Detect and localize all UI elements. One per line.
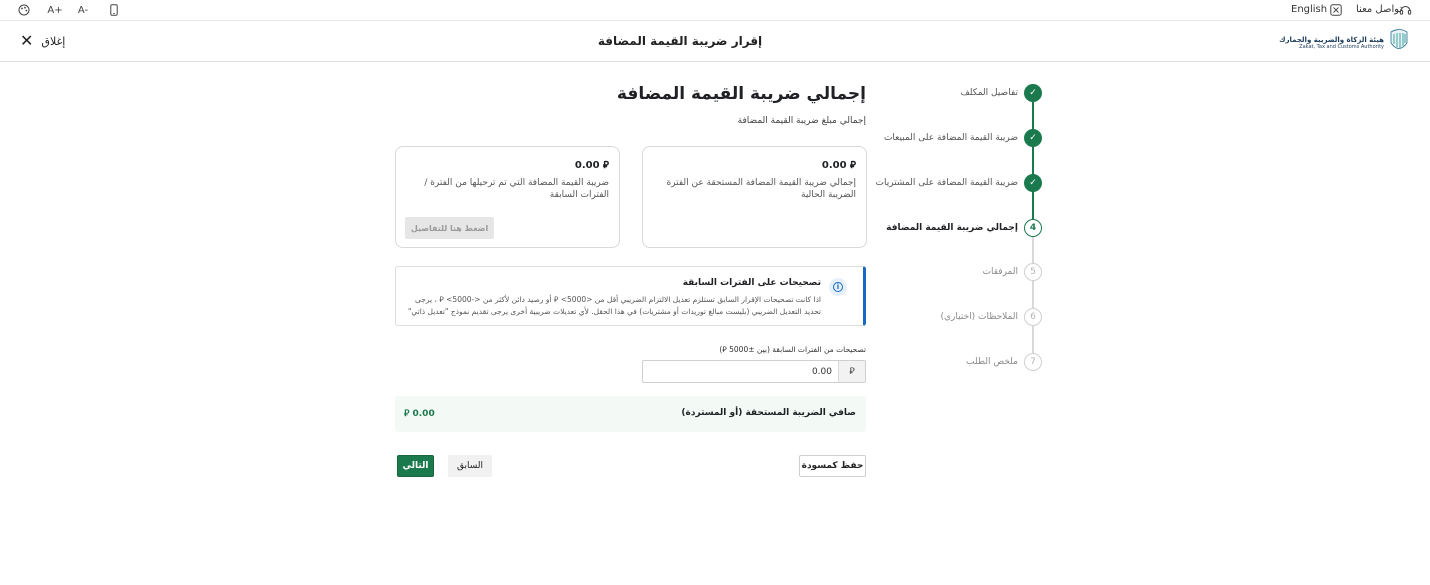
font-decrease-icon[interactable]: A-	[77, 3, 89, 17]
logo-english-name: Zakat, Tax and Customs Authority	[1299, 44, 1384, 50]
language-switch[interactable]: English	[1291, 4, 1327, 15]
corrections-field: ⃁	[642, 360, 866, 383]
step-label: الملاحظات (اختياري)	[940, 312, 1019, 322]
check-icon: ✓	[1024, 84, 1042, 102]
step-label: ملخص الطلب	[966, 357, 1018, 367]
progress-stepper: ✓ تفاصيل المكلف ✓ ضريبة القيمة المضافة ع…	[876, 80, 1050, 380]
net-tax-summary: صافي الضريبة المستحقة (أو المستردة) ⃁ 0.…	[395, 396, 866, 432]
net-tax-value: ⃁ 0.00	[404, 409, 435, 419]
step-label: ضريبة القيمة المضافة على المبيعات	[883, 133, 1018, 143]
step-vat-purchases[interactable]: ✓ ضريبة القيمة المضافة على المشتريات	[876, 172, 1050, 192]
check-icon: ✓	[1024, 174, 1042, 192]
current-period-vat-card: 0.00 ⃁ إجمالي ضريبة القيمة المضافة المست…	[642, 146, 867, 248]
logo-arabic-name: هيئة الزكاة والضريبة والجمارك	[1279, 36, 1384, 44]
page-title: إقرار ضريبة القيمة المضافة	[597, 34, 763, 48]
step-label: المرفقات	[982, 267, 1018, 277]
section-title: إجمالي ضريبة القيمة المضافة	[616, 84, 866, 104]
step-total-vat[interactable]: 4 إجمالي ضريبة القيمة المضافة	[880, 217, 1050, 237]
carried-vat-amount: 0.00 ⃁	[574, 160, 609, 171]
current-vat-amount: 0.00 ⃁	[821, 160, 856, 171]
step-number: 5	[1024, 263, 1042, 281]
riyal-icon: ⃁	[404, 409, 410, 419]
section-subtitle: إجمالي مبلغ ضريبة القيمة المضافة	[737, 116, 866, 126]
riyal-icon: ⃁	[850, 160, 856, 171]
check-icon: ✓	[1024, 129, 1042, 147]
current-vat-description: إجمالي ضريبة القيمة المضافة المستحقة عن …	[666, 178, 856, 200]
step-number: 4	[1024, 219, 1042, 237]
carried-forward-vat-card: 0.00 ⃁ ضريبة القيمة المضافة التي تم ترحي…	[395, 146, 620, 248]
next-button[interactable]: التالي	[397, 455, 434, 477]
previous-button[interactable]: السابق	[448, 455, 492, 477]
step-label: تفاصيل المكلف	[960, 88, 1018, 98]
prior-period-corrections-alert: i تصحيحات على الفترات السابقة اذا كانت ت…	[395, 266, 866, 326]
step-label: إجمالي ضريبة القيمة المضافة	[886, 223, 1018, 233]
step-vat-sales[interactable]: ✓ ضريبة القيمة المضافة على المبيعات	[880, 127, 1050, 147]
contact-us-link[interactable]: تواصل معنا	[1356, 4, 1402, 15]
riyal-icon: ⃁	[838, 361, 865, 382]
page-header: ✕ إغلاق إقرار ضريبة القيمة المضافة هيئة …	[0, 22, 1430, 62]
font-increase-icon[interactable]: A+	[47, 3, 62, 17]
carried-vat-description: ضريبة القيمة المضافة التي تم ترحيلها من …	[424, 178, 609, 200]
language-icon[interactable]	[1329, 3, 1342, 17]
corrections-field-label: تصحيحات من الفترات السابقة (بين ±5000 ⃁)	[719, 345, 866, 354]
step-summary: 7 ملخص الطلب	[880, 351, 1050, 371]
step-number: 7	[1024, 353, 1042, 371]
utility-bar: A+ A- English تواصل معنا	[0, 0, 1430, 21]
stepper-line-pending	[1032, 237, 1034, 357]
palette-icon[interactable]	[17, 3, 31, 17]
alert-title: تصحيحات على الفترات السابقة	[682, 278, 821, 288]
step-label: ضريبة القيمة المضافة على المشتريات	[875, 178, 1018, 188]
zatca-logo[interactable]: هيئة الزكاة والضريبة والجمارك Zakat, Tax…	[1279, 28, 1410, 58]
headset-icon[interactable]	[1398, 3, 1412, 17]
mobile-icon[interactable]	[108, 3, 120, 17]
details-button[interactable]: اضغط هنا للتفاصيل	[405, 217, 494, 239]
logo-mark-icon	[1388, 28, 1410, 58]
save-draft-button[interactable]: حفظ كمسودة	[799, 455, 866, 477]
step-number: 6	[1024, 308, 1042, 326]
step-notes: 6 الملاحظات (اختياري)	[880, 306, 1050, 326]
alert-body: اذا كانت تصحيحات الإقرار السابق تستلزم ت…	[407, 295, 821, 316]
step-taxpayer-details[interactable]: ✓ تفاصيل المكلف	[880, 82, 1050, 102]
step-attachments: 5 المرفقات	[880, 261, 1050, 281]
corrections-input[interactable]	[643, 361, 838, 382]
riyal-icon: ⃁	[603, 160, 609, 171]
info-icon: i	[829, 278, 847, 296]
net-tax-label: صافي الضريبة المستحقة (أو المستردة)	[681, 408, 856, 418]
